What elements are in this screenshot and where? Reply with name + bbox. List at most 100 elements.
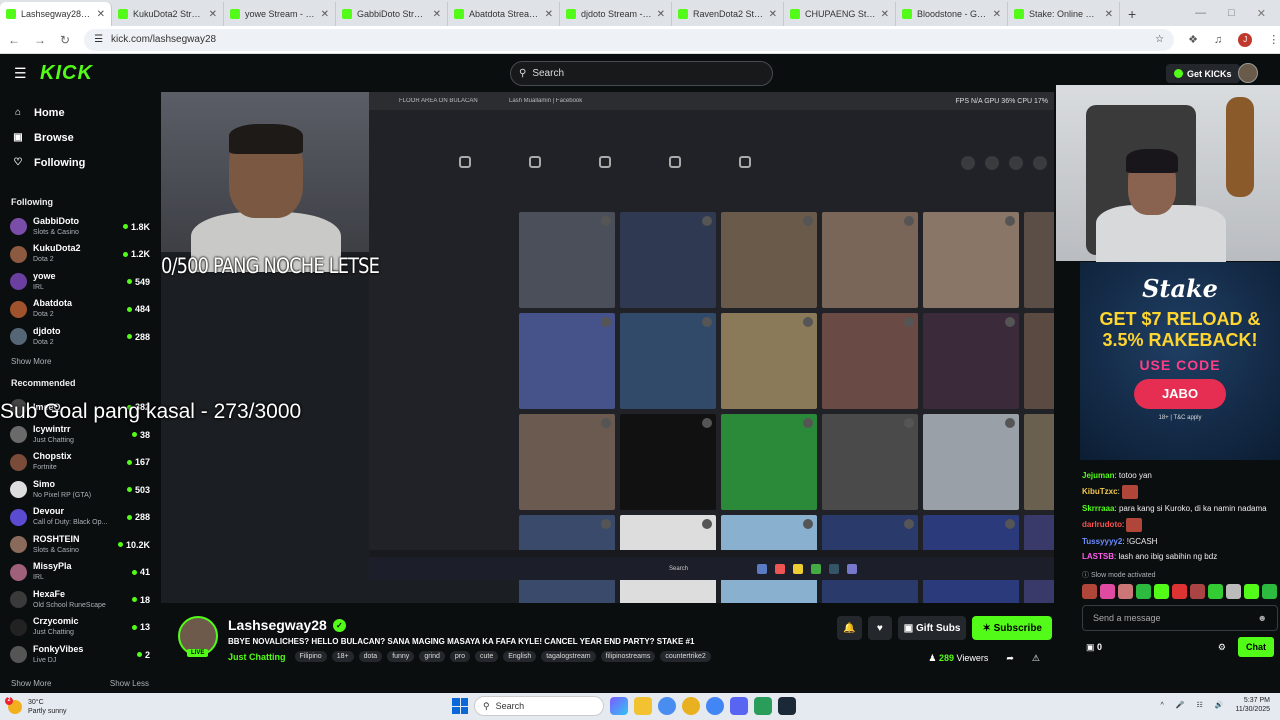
clock[interactable]: 5:37 PM 11/30/2025 [1235,696,1270,714]
browser-tab[interactable]: Bloodstone - Googl ✕ [896,2,1008,26]
stream-tag[interactable]: grind [419,651,445,662]
microphone-icon[interactable]: 🎤 [1176,701,1185,709]
show-more-recommended-link[interactable]: Show More [11,679,51,693]
emote-icon[interactable] [1100,584,1115,599]
tab-close-icon[interactable]: ✕ [545,9,553,20]
stream-tag[interactable]: English [503,651,537,662]
stream-tag[interactable]: dota [358,651,383,662]
media-icon[interactable]: ♫ [1214,34,1222,46]
bookmark-star-icon[interactable]: ☆ [1155,34,1164,45]
network-icon[interactable]: ☷ [1196,701,1202,709]
emote-icon[interactable] [1190,584,1205,599]
emoji-icon[interactable]: ☻ [1258,613,1267,623]
chrome-profile-icon[interactable] [682,697,700,715]
emote-icon[interactable] [1244,584,1259,599]
minimize-icon[interactable]: — [1195,7,1206,20]
notify-bell-button[interactable]: 🔔 [837,616,862,640]
sidebar-channel-crzycomic[interactable]: Crzycomic Just Chatting 13 [0,614,160,642]
tab-close-icon[interactable]: ✕ [993,9,1001,20]
sidebar-channel-roshtein[interactable]: ROSHTEIN Slots & Casino 10.2K [0,531,160,559]
browser-tab[interactable]: Abatdota Stream - V ✕ [448,2,560,26]
get-kicks-button[interactable]: Get KICKs [1166,64,1240,83]
browser-tab[interactable]: GabbiDoto Stream ✕ [336,2,448,26]
chat-send-button[interactable]: Chat [1238,637,1274,657]
chat-username[interactable]: darlrudoto [1082,520,1122,529]
emote-icon[interactable] [1262,584,1277,599]
browser-tab[interactable]: Lashsegway28 Stream ✕ [0,2,112,26]
chat-username[interactable]: LASTSB [1082,552,1114,561]
back-icon[interactable]: ← [8,33,20,47]
emote-icon[interactable] [1118,584,1133,599]
site-info-icon[interactable]: ☰ [94,34,103,45]
sidebar-channel-kukudota2[interactable]: KukuDota2 Dota 2 1.2K [0,241,160,269]
stream-tag[interactable]: Filipino [294,651,327,662]
sidebar-channel-gabbidoto[interactable]: GabbiDoto Slots & Casino 1.8K [0,213,160,241]
maximize-icon[interactable]: □ [1228,7,1235,20]
sidebar-channel-fonkyvibes[interactable]: FonkyVibes Live DJ 2 [0,641,160,669]
steam-icon[interactable] [778,697,796,715]
tab-close-icon[interactable]: ✕ [1105,9,1113,20]
stream-tag[interactable]: tagalogstream [541,651,596,662]
emote-icon[interactable] [1208,584,1223,599]
stream-tag[interactable]: funny [387,651,415,662]
browser-tab[interactable]: djdoto Stream - Wa ✕ [560,2,672,26]
streamer-name[interactable]: Lashsegway28 [228,617,327,633]
gift-subs-button[interactable]: ▣ Gift Subs [897,616,967,640]
sidebar-channel-simo[interactable]: Simo No Pixel RP (GTA) 503 [0,476,160,504]
emote-icon[interactable] [1154,584,1169,599]
forward-icon[interactable]: → [34,33,46,47]
chrome-icon-2[interactable] [706,697,724,715]
sidebar-item-following[interactable]: ♡ Following [0,150,160,175]
browser-tab[interactable]: KukuDota2 Stream ✕ [112,2,224,26]
file-explorer-icon[interactable] [634,697,652,715]
tab-close-icon[interactable]: ✕ [433,9,441,20]
settings-icon[interactable]: ⚙ [1218,642,1226,653]
chat-username[interactable]: Jejuman [1082,471,1114,480]
share-icon[interactable]: ➦ [1006,653,1014,664]
sidebar-channel-yowe[interactable]: yowe IRL 549 [0,268,160,296]
promo-code-button[interactable]: JABO [1134,379,1226,409]
emote-icon[interactable] [1226,584,1241,599]
sidebar-channel-hexafe[interactable]: HexaFe Old School RuneScape 18 [0,586,160,614]
sidebar-channel-abatdota[interactable]: Abatdota Dota 2 484 [0,296,160,324]
chat-message-input[interactable]: Send a message ☻ [1082,605,1278,631]
sidebar-item-home[interactable]: ⌂ Home [0,100,160,125]
menu-dots-icon[interactable]: ⋮ [1268,33,1279,46]
category-link[interactable]: Just Chatting [228,652,286,662]
volume-icon[interactable]: 🔊 [1215,701,1224,709]
profile-avatar[interactable]: J [1238,32,1253,47]
reload-icon[interactable]: ↻ [60,33,70,47]
chrome-icon[interactable] [658,697,676,715]
tab-close-icon[interactable]: ✕ [657,9,665,20]
chat-username[interactable]: Tussyyyy2 [1082,537,1122,546]
tab-close-icon[interactable]: ✕ [209,9,217,20]
stream-tag[interactable]: countertrike2 [660,651,711,662]
tab-close-icon[interactable]: ✕ [97,9,105,20]
weather-widget[interactable]: 2 30°C Partly sunny [0,696,200,716]
stream-tag[interactable]: 18+ [331,651,354,662]
sidebar-item-browse[interactable]: ▣ Browse [0,125,160,150]
windows-start-icon[interactable] [452,698,468,714]
follow-heart-button[interactable]: ♥ [867,616,892,640]
subscribe-button[interactable]: ✶ Subscribe [972,616,1052,640]
new-tab-button[interactable]: + [1120,6,1144,26]
tray-chevron-icon[interactable]: ^ [1160,702,1163,709]
copilot-icon[interactable] [610,697,628,715]
emote-icon[interactable] [1172,584,1187,599]
sidebar-channel-devour[interactable]: Devour Call of Duty: Black Op... 288 [0,504,160,532]
browser-tab[interactable]: CHUPAENG Stream ✕ [784,2,896,26]
browser-tab[interactable]: RavenDota2 Stream ✕ [672,2,784,26]
chat-username[interactable]: KibuTzxc [1082,487,1118,496]
stake-ad-banner[interactable]: Stake GET $7 RELOAD & 3.5% RAKEBACK! USE… [1080,262,1280,460]
taskbar-search[interactable]: ⚲ Search [474,696,604,716]
tab-close-icon[interactable]: ✕ [769,9,777,20]
sidebar-channel-chopstix[interactable]: Chopstix Fortnite 167 [0,449,160,477]
tab-close-icon[interactable]: ✕ [321,9,329,20]
tab-close-icon[interactable]: ✕ [881,9,889,20]
sidebar-channel-missypla[interactable]: MissyPla IRL 41 [0,559,160,587]
browser-tab[interactable]: yowe Stream - Watc ✕ [224,2,336,26]
points-display[interactable]: ▣ 0 [1086,642,1102,653]
url-field[interactable]: ☰ kick.com/lashsegway28 ☆ [84,28,1175,51]
report-icon[interactable]: ⚠ [1032,653,1040,664]
discord-icon[interactable] [730,697,748,715]
